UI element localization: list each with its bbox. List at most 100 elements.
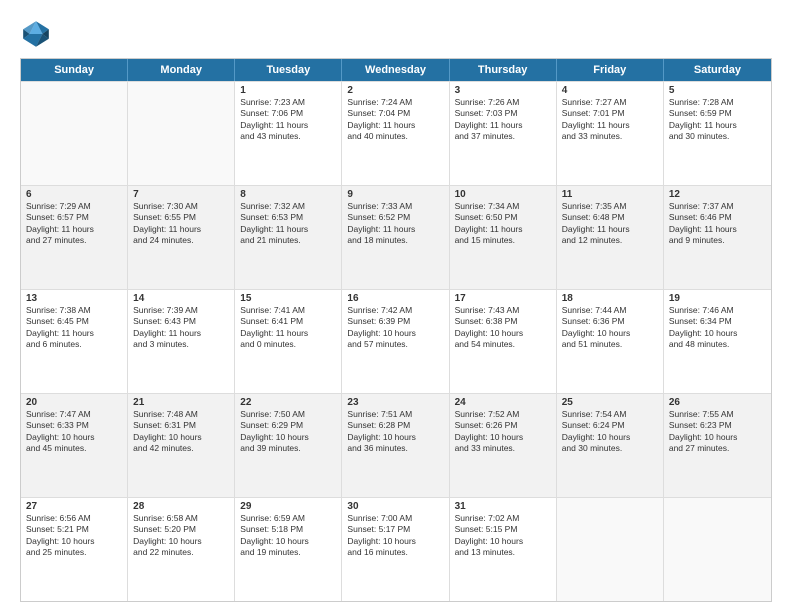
cell-line: and 6 minutes. — [26, 339, 122, 350]
day-cell-24: 24Sunrise: 7:52 AMSunset: 6:26 PMDayligh… — [450, 394, 557, 497]
cell-line: Sunrise: 6:56 AM — [26, 513, 122, 524]
cell-line: Daylight: 10 hours — [562, 328, 658, 339]
cell-line: Daylight: 10 hours — [347, 432, 443, 443]
cell-line: Sunset: 6:53 PM — [240, 212, 336, 223]
day-header-saturday: Saturday — [664, 59, 771, 81]
day-number: 20 — [26, 397, 122, 408]
cell-line: Daylight: 11 hours — [347, 120, 443, 131]
day-number: 28 — [133, 501, 229, 512]
empty-cell — [128, 82, 235, 185]
cell-line: Sunrise: 7:54 AM — [562, 409, 658, 420]
cell-line: Sunrise: 7:52 AM — [455, 409, 551, 420]
day-cell-19: 19Sunrise: 7:46 AMSunset: 6:34 PMDayligh… — [664, 290, 771, 393]
logo-icon — [20, 18, 52, 50]
cell-line: Sunset: 7:01 PM — [562, 108, 658, 119]
day-cell-20: 20Sunrise: 7:47 AMSunset: 6:33 PMDayligh… — [21, 394, 128, 497]
day-cell-7: 7Sunrise: 7:30 AMSunset: 6:55 PMDaylight… — [128, 186, 235, 289]
cell-line: Sunset: 6:24 PM — [562, 420, 658, 431]
calendar-header: SundayMondayTuesdayWednesdayThursdayFrid… — [21, 59, 771, 81]
cell-line: Sunrise: 7:38 AM — [26, 305, 122, 316]
cell-line: Sunrise: 7:30 AM — [133, 201, 229, 212]
calendar-row: 20Sunrise: 7:47 AMSunset: 6:33 PM Dayligh… — [21, 393, 771, 497]
cell-line: Sunrise: 7:27 AM — [562, 97, 658, 108]
cell-line: and 42 minutes. — [133, 443, 229, 454]
cell-line: Daylight: 10 hours — [347, 536, 443, 547]
cell-line: Sunset: 6:39 PM — [347, 316, 443, 327]
day-number: 13 — [26, 293, 122, 304]
cell-line: Sunrise: 7:55 AM — [669, 409, 766, 420]
cell-line: Sunset: 6:50 PM — [455, 212, 551, 223]
cell-line: Sunset: 5:21 PM — [26, 524, 122, 535]
cell-line: Sunrise: 7:41 AM — [240, 305, 336, 316]
calendar-row: 6Sunrise: 7:29 AMSunset: 6:57 PMDaylight… — [21, 185, 771, 289]
cell-line: Sunset: 6:28 PM — [347, 420, 443, 431]
cell-line: Sunset: 7:03 PM — [455, 108, 551, 119]
day-cell-9: 9Sunrise: 7:33 AMSunset: 6:52 PMDaylight… — [342, 186, 449, 289]
cell-line: and 40 minutes. — [347, 131, 443, 142]
cell-line: Sunset: 6:48 PM — [562, 212, 658, 223]
cell-line: Daylight: 11 hours — [669, 120, 766, 131]
day-number: 24 — [455, 397, 551, 408]
cell-line: Daylight: 10 hours — [455, 536, 551, 547]
cell-line: and 12 minutes. — [562, 235, 658, 246]
day-cell-22: 22Sunrise: 7:50 AMSunset: 6:29 PMDayligh… — [235, 394, 342, 497]
day-number: 2 — [347, 85, 443, 96]
day-number: 8 — [240, 189, 336, 200]
day-number: 19 — [669, 293, 766, 304]
cell-line: Daylight: 10 hours — [133, 432, 229, 443]
day-number: 23 — [347, 397, 443, 408]
cell-line: Sunrise: 7:47 AM — [26, 409, 122, 420]
day-header-wednesday: Wednesday — [342, 59, 449, 81]
cell-line: Sunrise: 7:34 AM — [455, 201, 551, 212]
day-number: 26 — [669, 397, 766, 408]
cell-line: Sunrise: 7:46 AM — [669, 305, 766, 316]
day-number: 11 — [562, 189, 658, 200]
cell-line: and 36 minutes. — [347, 443, 443, 454]
cell-line: and 19 minutes. — [240, 547, 336, 558]
day-number: 18 — [562, 293, 658, 304]
cell-line: Sunset: 7:04 PM — [347, 108, 443, 119]
day-cell-23: 23Sunrise: 7:51 AMSunset: 6:28 PMDayligh… — [342, 394, 449, 497]
day-number: 7 — [133, 189, 229, 200]
calendar-row: 27Sunrise: 6:56 AMSunset: 5:21 PM Dayligh… — [21, 497, 771, 601]
day-cell-1: 1Sunrise: 7:23 AMSunset: 7:06 PMDaylight… — [235, 82, 342, 185]
cell-line: and 48 minutes. — [669, 339, 766, 350]
cell-line: Daylight: 11 hours — [240, 120, 336, 131]
cell-line: and 24 minutes. — [133, 235, 229, 246]
day-cell-16: 16Sunrise: 7:42 AMSunset: 6:39 PMDayligh… — [342, 290, 449, 393]
day-number: 10 — [455, 189, 551, 200]
cell-line: Sunrise: 7:28 AM — [669, 97, 766, 108]
cell-line: Daylight: 10 hours — [240, 432, 336, 443]
cell-line: Daylight: 11 hours — [133, 328, 229, 339]
cell-line: and 25 minutes. — [26, 547, 122, 558]
day-number: 27 — [26, 501, 122, 512]
cell-line: and 13 minutes. — [455, 547, 551, 558]
day-number: 5 — [669, 85, 766, 96]
day-cell-15: 15Sunrise: 7:41 AMSunset: 6:41 PMDayligh… — [235, 290, 342, 393]
cell-line: and 0 minutes. — [240, 339, 336, 350]
day-header-thursday: Thursday — [450, 59, 557, 81]
day-cell-13: 13Sunrise: 7:38 AMSunset: 6:45 PMDayligh… — [21, 290, 128, 393]
cell-line: Daylight: 10 hours — [455, 432, 551, 443]
empty-cell — [664, 498, 771, 601]
day-number: 30 — [347, 501, 443, 512]
day-cell-18: 18Sunrise: 7:44 AMSunset: 6:36 PMDayligh… — [557, 290, 664, 393]
day-cell-14: 14Sunrise: 7:39 AMSunset: 6:43 PMDayligh… — [128, 290, 235, 393]
day-number: 21 — [133, 397, 229, 408]
cell-line: Sunrise: 7:29 AM — [26, 201, 122, 212]
day-cell-10: 10Sunrise: 7:34 AMSunset: 6:50 PMDayligh… — [450, 186, 557, 289]
empty-cell — [21, 82, 128, 185]
day-cell-27: 27Sunrise: 6:56 AMSunset: 5:21 PMDayligh… — [21, 498, 128, 601]
cell-line: and 37 minutes. — [455, 131, 551, 142]
cell-line: Daylight: 11 hours — [240, 224, 336, 235]
cell-line: Daylight: 10 hours — [455, 328, 551, 339]
day-cell-17: 17Sunrise: 7:43 AMSunset: 6:38 PMDayligh… — [450, 290, 557, 393]
cell-line: Sunset: 5:20 PM — [133, 524, 229, 535]
cell-line: Sunset: 6:52 PM — [347, 212, 443, 223]
cell-line: Sunset: 6:57 PM — [26, 212, 122, 223]
cell-line: Daylight: 10 hours — [669, 432, 766, 443]
cell-line: and 18 minutes. — [347, 235, 443, 246]
cell-line: Sunrise: 6:59 AM — [240, 513, 336, 524]
cell-line: Sunrise: 7:51 AM — [347, 409, 443, 420]
cell-line: Sunset: 6:33 PM — [26, 420, 122, 431]
